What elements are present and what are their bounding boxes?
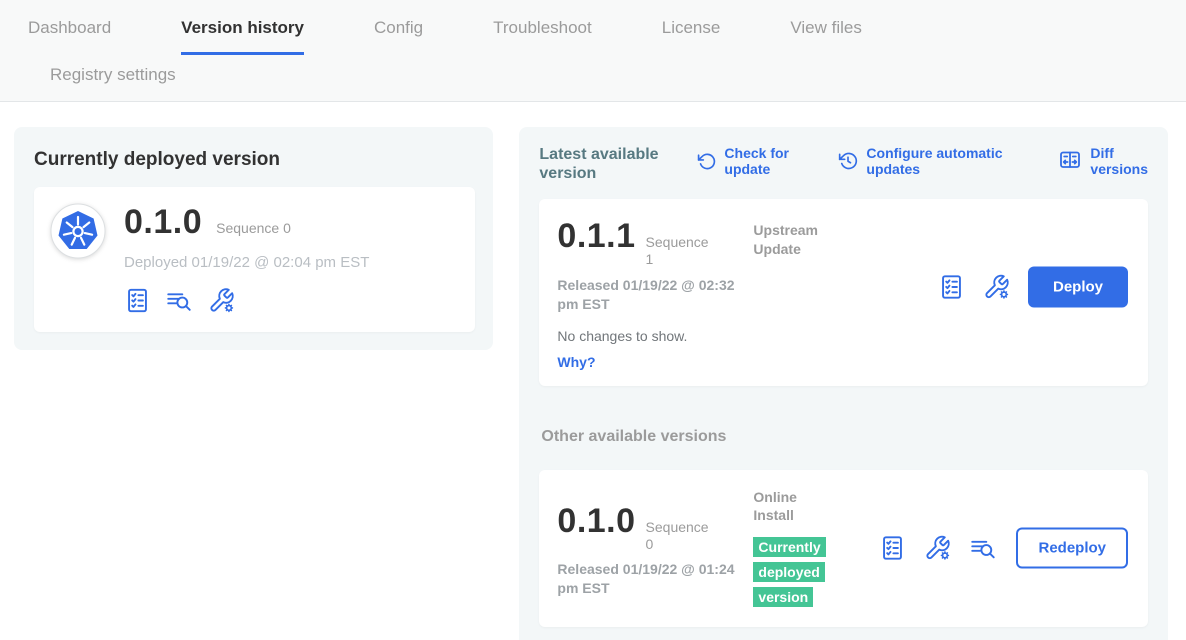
currently-deployed-title: Currently deployed version bbox=[34, 149, 475, 171]
check-for-update-link[interactable]: Check for update bbox=[697, 145, 798, 177]
edit-config-icon[interactable] bbox=[208, 287, 235, 314]
tab-license[interactable]: License bbox=[662, 18, 721, 55]
header-actions: Check for update Configure automatic upd… bbox=[697, 145, 1148, 177]
schedule-update-icon bbox=[838, 151, 858, 171]
tab-config[interactable]: Config bbox=[374, 18, 423, 55]
tab-dashboard[interactable]: Dashboard bbox=[28, 18, 111, 55]
preflight-checklist-icon[interactable] bbox=[124, 287, 151, 314]
deployed-version-card: 0.1.0 Sequence 0 Deployed 01/19/22 @ 02:… bbox=[34, 187, 475, 332]
preflight-checklist-icon[interactable] bbox=[938, 274, 965, 301]
latest-version-number: 0.1.1 bbox=[557, 217, 635, 256]
deployed-timestamp: Deployed 01/19/22 @ 02:04 pm EST bbox=[124, 254, 369, 271]
nav-row-secondary: Registry settings bbox=[28, 55, 1186, 101]
currently-deployed-badge: Currently deployed version bbox=[753, 537, 825, 607]
deployed-version-number: 0.1.0 bbox=[124, 203, 202, 242]
other-sequence: Sequence 0 bbox=[646, 515, 718, 553]
tab-registry-settings[interactable]: Registry settings bbox=[50, 65, 176, 84]
latest-version-card: 0.1.1 Sequence 1 Released 01/19/22 @ 02:… bbox=[539, 199, 1148, 385]
content: Currently deployed version bbox=[0, 102, 1186, 640]
latest-version-title: Latest available version bbox=[539, 145, 671, 183]
edit-config-icon[interactable] bbox=[983, 274, 1010, 301]
preflight-checklist-icon[interactable] bbox=[879, 535, 906, 562]
diff-icon bbox=[1058, 149, 1082, 173]
view-logs-icon[interactable] bbox=[165, 287, 194, 314]
other-card-actions: Redeploy bbox=[879, 528, 1128, 569]
why-link[interactable]: Why? bbox=[557, 354, 1130, 370]
tab-view-files[interactable]: View files bbox=[790, 18, 862, 55]
redeploy-button[interactable]: Redeploy bbox=[1016, 528, 1128, 569]
latest-version-header: Latest available version Check for updat… bbox=[539, 145, 1148, 183]
latest-sequence: Sequence 1 bbox=[646, 230, 718, 268]
tab-troubleshoot[interactable]: Troubleshoot bbox=[493, 18, 592, 55]
deployed-sequence: Sequence 0 bbox=[216, 220, 291, 236]
deployed-version-info: 0.1.0 Sequence 0 Deployed 01/19/22 @ 02:… bbox=[124, 203, 369, 314]
view-logs-icon[interactable] bbox=[969, 535, 998, 562]
currently-deployed-panel: Currently deployed version bbox=[14, 127, 493, 350]
available-versions-panel: Latest available version Check for updat… bbox=[519, 127, 1168, 640]
other-versions-title: Other available versions bbox=[541, 428, 1148, 446]
kubernetes-logo bbox=[50, 203, 106, 264]
latest-version-info: 0.1.1 Sequence 1 Released 01/19/22 @ 02:… bbox=[557, 217, 753, 313]
edit-config-icon[interactable] bbox=[924, 535, 951, 562]
other-released-timestamp: Released 01/19/22 @ 01:24 pm EST bbox=[557, 560, 737, 598]
configure-automatic-updates-link[interactable]: Configure automatic updates bbox=[838, 145, 1018, 177]
diff-versions-link[interactable]: Diff versions bbox=[1058, 145, 1148, 177]
other-source-label: Online Install bbox=[753, 488, 837, 524]
deploy-button[interactable]: Deploy bbox=[1028, 267, 1128, 308]
top-nav: Dashboard Version history Config Trouble… bbox=[0, 0, 1186, 102]
nav-row-primary: Dashboard Version history Config Trouble… bbox=[28, 18, 1186, 55]
other-version-card: 0.1.0 Sequence 0 Released 01/19/22 @ 01:… bbox=[539, 470, 1148, 627]
latest-card-actions: Deploy bbox=[938, 267, 1128, 308]
tab-version-history[interactable]: Version history bbox=[181, 18, 304, 55]
other-version-number: 0.1.0 bbox=[557, 502, 635, 541]
refresh-icon bbox=[697, 152, 716, 171]
latest-released-timestamp: Released 01/19/22 @ 02:32 pm EST bbox=[557, 276, 737, 314]
no-changes-text: No changes to show. bbox=[557, 328, 1130, 344]
other-version-info: 0.1.0 Sequence 0 Released 01/19/22 @ 01:… bbox=[557, 488, 753, 598]
latest-source-label: Upstream Update bbox=[753, 221, 837, 257]
